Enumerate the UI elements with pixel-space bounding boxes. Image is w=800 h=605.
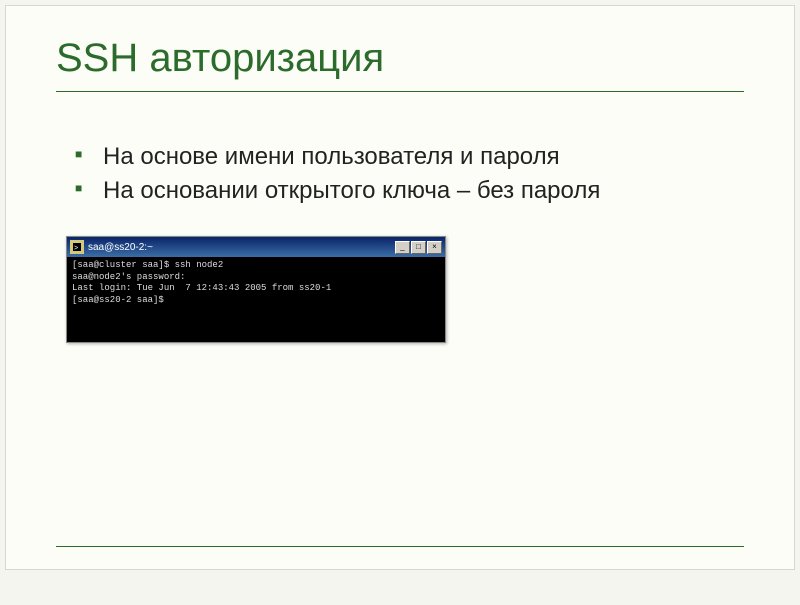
terminal-line: saa@node2's password: bbox=[72, 272, 185, 282]
terminal-line: [saa@ss20-2 saa]$ bbox=[72, 295, 164, 305]
terminal-line: Last login: Tue Jun 7 12:43:43 2005 from… bbox=[72, 283, 331, 293]
terminal-icon: > bbox=[70, 240, 84, 254]
window-title-text: saa@ss20-2:~ bbox=[88, 242, 395, 253]
maximize-button[interactable]: □ bbox=[411, 241, 426, 254]
terminal-line: [saa@cluster saa]$ ssh node2 bbox=[72, 260, 223, 270]
svg-text:>: > bbox=[74, 245, 78, 252]
window-titlebar: > saa@ss20-2:~ _ □ × bbox=[67, 237, 445, 257]
slide-title: SSH авторизация bbox=[56, 36, 744, 81]
footer-line bbox=[56, 546, 744, 547]
slide-container: SSH авторизация На основе имени пользова… bbox=[5, 5, 795, 570]
bullet-item: На основе имени пользователя и пароля bbox=[81, 142, 744, 172]
minimize-button[interactable]: _ bbox=[395, 241, 410, 254]
title-underline bbox=[56, 91, 744, 92]
terminal-body: [saa@cluster saa]$ ssh node2 saa@node2's… bbox=[67, 257, 445, 342]
bullet-list: На основе имени пользователя и пароля На… bbox=[56, 142, 744, 206]
bullet-item: На основании открытого ключа – без парол… bbox=[81, 176, 744, 206]
window-buttons-group: _ □ × bbox=[395, 241, 442, 254]
close-button[interactable]: × bbox=[427, 241, 442, 254]
terminal-window: > saa@ss20-2:~ _ □ × [saa@cluster saa]$ … bbox=[66, 236, 446, 343]
